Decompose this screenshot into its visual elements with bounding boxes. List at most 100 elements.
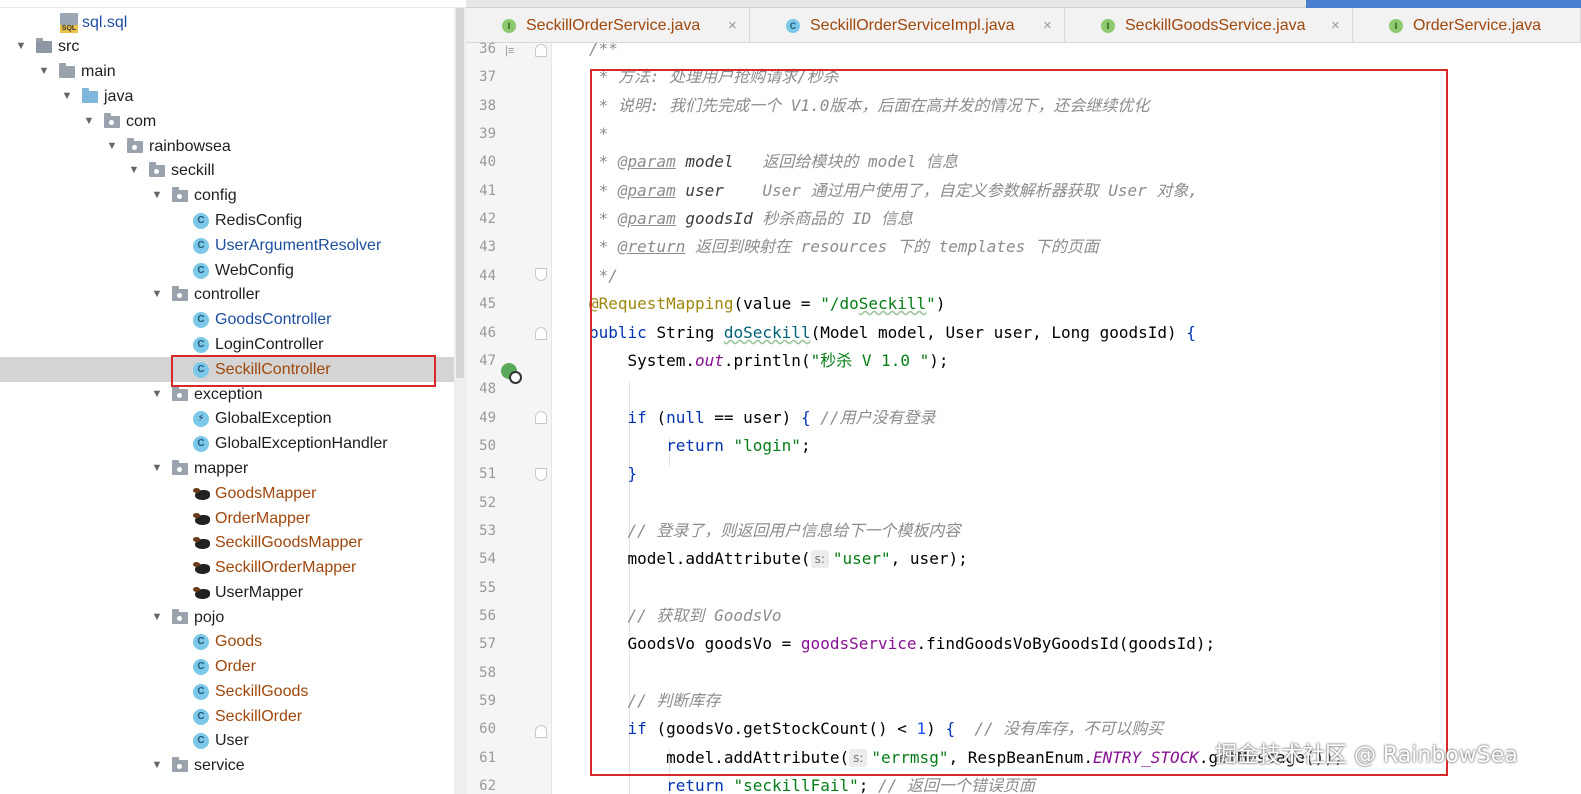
tree-item[interactable]: C SeckillOrder xyxy=(0,704,454,729)
tab-close-icon[interactable]: × xyxy=(1331,8,1340,43)
fold-toggle-icon[interactable] xyxy=(535,411,547,424)
code-line: // 获取到 GoodsVo xyxy=(589,602,782,630)
tree-item-label: SeckillGoodsMapper xyxy=(215,534,363,551)
tree-item[interactable]: C SeckillController xyxy=(0,357,454,382)
code-token: * 方法: 处理用户抢购请求/秒杀 xyxy=(589,67,839,86)
interface-icon: I xyxy=(1389,19,1403,33)
tree-item[interactable]: C Order xyxy=(0,654,454,679)
code-line: /** xyxy=(589,43,618,63)
expand-arrow-icon[interactable]: ▼ xyxy=(150,456,164,481)
code-token: // 获取到 GoodsVo xyxy=(627,606,782,625)
interface-icon: I xyxy=(1101,19,1115,33)
tree-item[interactable]: ▼ src xyxy=(0,34,454,59)
expand-arrow-icon[interactable]: ▼ xyxy=(127,158,141,183)
code-editor[interactable]: /** * 方法: 处理用户抢购请求/秒杀 * 说明: 我们先完成一个 V1.0… xyxy=(553,43,1581,794)
line-number: 38 xyxy=(479,98,496,114)
code-token: * xyxy=(589,237,618,256)
editor-tab[interactable]: I SeckillGoodsService.java × xyxy=(1065,8,1353,43)
tree-item-label: OrderMapper xyxy=(215,510,311,527)
tree-item[interactable]: OrderMapper xyxy=(0,506,454,531)
tree-item[interactable]: ▼ service xyxy=(0,753,454,778)
code-token: } xyxy=(627,464,638,483)
tree-item[interactable]: ▼ config xyxy=(0,183,454,208)
code-token: "seckillFail" xyxy=(733,776,859,794)
tree-item[interactable]: C GoodsController xyxy=(0,307,454,332)
tree-item[interactable]: C SeckillGoods xyxy=(0,679,454,704)
tree-item[interactable]: ▼ java xyxy=(0,84,454,109)
expand-arrow-icon[interactable]: ▼ xyxy=(60,84,74,109)
code-token: GoodsVo goodsVo = xyxy=(589,634,801,653)
line-number: 52 xyxy=(479,495,496,511)
code-line: GoodsVo goodsVo = goodsService.findGoods… xyxy=(589,630,1216,658)
tree-item[interactable]: ▼ exception xyxy=(0,382,454,407)
tree-item[interactable]: ▼ controller xyxy=(0,282,454,307)
tree-item[interactable]: GoodsMapper xyxy=(0,481,454,506)
expand-arrow-icon[interactable]: ▼ xyxy=(105,134,119,159)
tab-close-icon[interactable]: × xyxy=(728,8,737,43)
tree-item[interactable]: C GlobalExceptionHandler xyxy=(0,431,454,456)
project-tree-scrollbar[interactable] xyxy=(454,8,466,794)
fold-toggle-icon[interactable] xyxy=(535,268,547,281)
tree-item-label: User xyxy=(215,732,249,749)
line-number: 39 xyxy=(479,126,496,142)
code-token: @param xyxy=(617,152,676,171)
tree-item[interactable]: C WebConfig xyxy=(0,258,454,283)
editor-tab[interactable]: C SeckillOrderServiceImpl.java × xyxy=(750,8,1065,43)
expand-arrow-icon[interactable]: ▼ xyxy=(14,34,28,59)
code-token: goodsService xyxy=(800,634,917,653)
editor-tab[interactable]: I SeckillOrderService.java × xyxy=(466,8,750,43)
expand-arrow-icon[interactable]: ▼ xyxy=(150,753,164,778)
code-token: ; xyxy=(858,776,878,794)
tree-item[interactable]: ⚡ GlobalException xyxy=(0,406,454,431)
tree-item[interactable]: ▼ com xyxy=(0,109,454,134)
source-folder-icon xyxy=(36,38,52,53)
expand-arrow-icon[interactable]: ▼ xyxy=(150,382,164,407)
tree-item[interactable]: C LoginController xyxy=(0,332,454,357)
code-token: 1 xyxy=(916,719,927,738)
class-icon: C xyxy=(193,634,209,650)
tree-item[interactable]: SQL sql.sql xyxy=(0,10,454,35)
mybatis-mapper-icon xyxy=(193,536,213,550)
fold-toggle-icon[interactable] xyxy=(535,327,547,340)
fold-toggle-icon[interactable] xyxy=(535,725,547,738)
tree-item[interactable]: ▼ seckill xyxy=(0,158,454,183)
tree-item[interactable]: C User xyxy=(0,728,454,753)
tree-item[interactable]: SeckillOrderMapper xyxy=(0,555,454,580)
line-number: 50 xyxy=(479,438,496,454)
tree-item[interactable]: SeckillGoodsMapper xyxy=(0,530,454,555)
line-number: 37 xyxy=(479,69,496,85)
tree-item[interactable]: ▼ main xyxy=(0,59,454,84)
expand-arrow-icon[interactable]: ▼ xyxy=(37,59,51,84)
tree-item[interactable]: C RedisConfig xyxy=(0,208,454,233)
project-tree-scroll-thumb[interactable] xyxy=(456,8,464,378)
tree-item-label: Goods xyxy=(215,633,263,650)
tree-item-label: SeckillController xyxy=(215,361,331,378)
run-gutter-icon[interactable] xyxy=(501,363,522,384)
editor-tab[interactable]: I OrderService.java xyxy=(1353,8,1581,43)
expand-arrow-icon[interactable]: ▼ xyxy=(150,183,164,208)
tab-close-icon[interactable]: × xyxy=(1043,8,1052,43)
tree-item[interactable]: C Goods xyxy=(0,629,454,654)
code-token: @RequestMapping xyxy=(589,294,734,313)
tree-item[interactable]: C UserArgumentResolver xyxy=(0,233,454,258)
code-token: ) xyxy=(926,719,946,738)
code-token: (value = xyxy=(733,294,821,313)
active-tab-indicator xyxy=(1306,0,1581,8)
expand-arrow-icon[interactable]: ▼ xyxy=(82,109,96,134)
line-number: 59 xyxy=(479,693,496,709)
fold-toggle-icon[interactable] xyxy=(535,468,547,481)
tree-item[interactable]: ▼ pojo xyxy=(0,605,454,630)
tree-item[interactable]: UserMapper xyxy=(0,580,454,605)
expand-arrow-icon[interactable]: ▼ xyxy=(150,282,164,307)
tree-item[interactable]: ▼ mapper xyxy=(0,456,454,481)
tree-item[interactable]: ▼ rainbowsea xyxy=(0,134,454,159)
expand-arrow-icon[interactable]: ▼ xyxy=(150,605,164,630)
tree-item-label: controller xyxy=(194,286,260,303)
fold-toggle-icon[interactable] xyxy=(535,44,547,57)
code-token: ) xyxy=(935,294,946,313)
